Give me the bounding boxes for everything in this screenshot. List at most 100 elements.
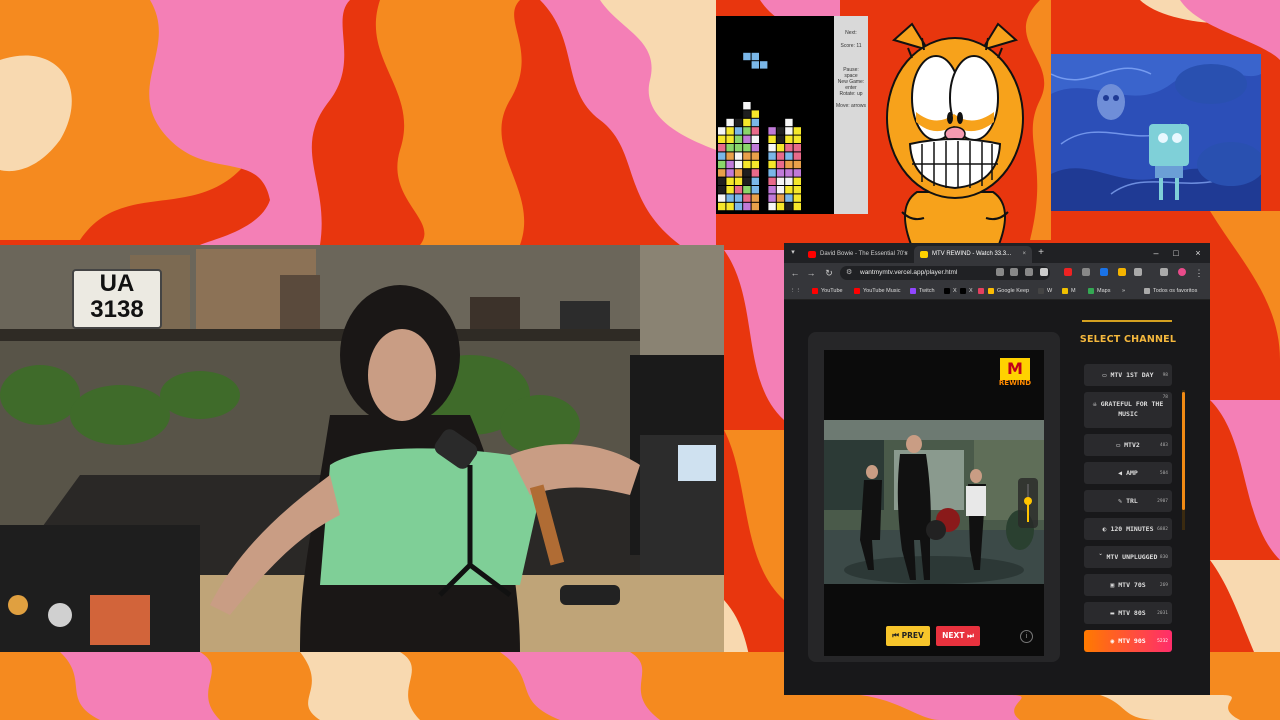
channel-item-mtv-90s[interactable]: ◉ MTV 90S 5232 [1084, 630, 1172, 652]
apps-icon[interactable]: ⋮⋮ [790, 283, 801, 299]
bookmark-w[interactable]: W [1038, 283, 1052, 299]
volume-slider[interactable] [1018, 478, 1038, 528]
back-button[interactable]: ← [788, 265, 802, 281]
tetris-block [793, 169, 801, 177]
tetris-block [718, 202, 726, 211]
tetris-block [726, 177, 734, 185]
tetris-block [718, 160, 726, 169]
channel-item-mtv-1st-day[interactable]: ▭ MTV 1ST DAY 98 [1084, 364, 1172, 386]
bookmark-x-2[interactable]: X [960, 283, 973, 299]
all-bookmarks-folder[interactable]: Todos os favoritos [1144, 283, 1197, 299]
share-icon[interactable] [1025, 268, 1033, 276]
tetris-block [768, 152, 776, 160]
plug-icon: ˇ [1098, 553, 1103, 561]
tetris-block [785, 127, 793, 135]
bookmark-x[interactable]: X [944, 283, 957, 299]
tab-mtv-rewind[interactable]: MTV REWIND - Watch 33.3... × [914, 246, 1032, 263]
tetris-help-rotate: Rotate: up [839, 91, 863, 97]
bookmark-twitch[interactable]: Twitch [910, 283, 935, 299]
info-icon[interactable]: i [1020, 630, 1033, 643]
maximize-button[interactable]: □ [1166, 245, 1186, 261]
channel-scrollbar-thumb[interactable] [1182, 392, 1185, 510]
channel-item-trl[interactable]: ✎ TRL 2907 [1084, 490, 1172, 512]
bookmark-youtube-music[interactable]: YouTube Music [854, 283, 901, 299]
close-tab-icon[interactable]: × [904, 246, 908, 263]
record-icon: ▣ [1110, 581, 1115, 589]
tetris-block [751, 144, 759, 152]
channel-viewer-count: 78 [1162, 395, 1168, 400]
bookmark-star-icon[interactable] [1040, 268, 1048, 276]
channel-item-amp[interactable]: ◀ AMP 504 [1084, 462, 1172, 484]
plate-line-1: UA [99, 270, 135, 297]
tetris-game[interactable]: Next: Score: 11 Pause: space New Game: e… [716, 16, 868, 214]
channel-item-120-minutes[interactable]: ◐ 120 MINUTES 6882 [1084, 518, 1172, 540]
site-info-icon[interactable]: ⚙ [846, 266, 852, 280]
bookmark-m[interactable]: M [1062, 283, 1076, 299]
music-video[interactable] [824, 420, 1044, 584]
bookmark-instagram[interactable] [978, 283, 987, 299]
tetris-block [785, 160, 793, 169]
profile-avatar-icon[interactable] [1178, 268, 1186, 276]
extensions-puzzle-icon[interactable] [1134, 268, 1142, 276]
prev-button[interactable]: ⏮ PREV [886, 626, 930, 646]
extension-icon[interactable] [1118, 268, 1126, 276]
tetris-block [768, 160, 776, 169]
bookmarks-bar: ⋮⋮ YouTube YouTube Music Twitch X X Goog… [784, 283, 1210, 300]
tetris-block [743, 169, 751, 177]
clock-icon: ◐ [1102, 525, 1107, 533]
reload-button[interactable]: ↻ [822, 265, 836, 281]
tab-bowie[interactable]: David Bowie - The Essential 70's × [802, 246, 914, 263]
minimize-button[interactable]: – [1146, 245, 1166, 261]
tetris-block [785, 177, 793, 185]
tetris-block [776, 186, 785, 194]
tetris-block [793, 144, 801, 152]
channel-viewer-count: 6882 [1157, 527, 1168, 532]
channel-item-mtv-70s[interactable]: ▣ MTV 70S 269 [1084, 574, 1172, 596]
channel-item-mtv-unplugged[interactable]: ˇ MTV UNPLUGGED 830 [1084, 546, 1172, 568]
tetris-block [793, 152, 801, 160]
tetris-block [793, 202, 801, 211]
side-panel-icon[interactable] [1160, 268, 1168, 276]
google-keep-icon [988, 288, 994, 294]
tetris-block [785, 118, 793, 127]
address-bar[interactable]: ⚙ wantmymtv.vercel.app/player.html [840, 266, 1050, 280]
new-tab-button[interactable]: + [1034, 245, 1048, 261]
extension-icon[interactable] [1100, 268, 1108, 276]
zoom-icon[interactable] [1010, 268, 1018, 276]
bookmark-maps[interactable]: Maps [1088, 283, 1110, 299]
browser-window[interactable]: ▾ David Bowie - The Essential 70's × MTV… [784, 243, 1210, 695]
tetris-block [743, 202, 751, 211]
forward-button[interactable]: → [804, 265, 818, 281]
tetris-block [734, 152, 743, 160]
tetris-block [743, 102, 751, 110]
tetris-block [751, 127, 759, 135]
channel-viewer-count: 504 [1159, 471, 1168, 476]
channel-label: MTV2 [1124, 441, 1140, 449]
folder-icon [1144, 288, 1150, 294]
volume-knob[interactable] [1024, 497, 1032, 505]
tab-bar: ▾ David Bowie - The Essential 70's × MTV… [784, 243, 1210, 263]
tetris-block [726, 144, 734, 152]
tetris-block [785, 169, 793, 177]
extension-icon[interactable] [1064, 268, 1072, 276]
channel-item-grateful-for-the-music[interactable]: ☠ GRATEFUL FOR THE MUSIC 78 [1084, 392, 1172, 428]
install-app-icon[interactable] [996, 268, 1004, 276]
tetris-block [751, 169, 759, 177]
more-bookmarks-button[interactable]: » [1122, 283, 1125, 299]
tetris-block [718, 194, 726, 202]
bookmark-youtube[interactable]: YouTube [812, 283, 843, 299]
tetris-block [751, 160, 759, 169]
next-button[interactable]: NEXT ⏭ [936, 626, 980, 646]
tab-search-icon[interactable]: ▾ [788, 247, 798, 259]
menu-icon[interactable]: ⋮ [1192, 265, 1206, 281]
channel-item-mtv2[interactable]: ▭ MTV2 403 [1084, 434, 1172, 456]
extension-icon[interactable] [1082, 268, 1090, 276]
close-window-button[interactable]: × [1188, 245, 1208, 261]
tetris-block [793, 135, 801, 143]
channel-item-mtv-80s[interactable]: ▬ MTV 80S 2031 [1084, 602, 1172, 624]
tetris-block [751, 186, 759, 194]
close-tab-icon[interactable]: × [1022, 246, 1026, 263]
channel-label: MTV 80S [1118, 609, 1146, 617]
bookmark-google-keep[interactable]: Google Keep [988, 283, 1029, 299]
tetris-block [726, 169, 734, 177]
